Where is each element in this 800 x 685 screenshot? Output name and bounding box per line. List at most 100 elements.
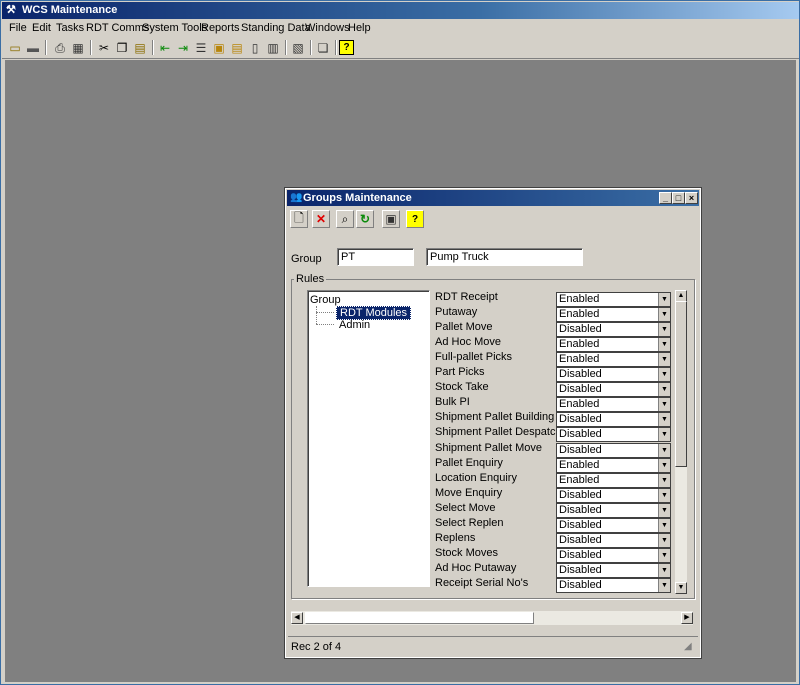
package-open-icon[interactable]: ▤ (228, 39, 246, 56)
dropdown-arrow-icon[interactable]: ▼ (658, 444, 670, 457)
rule-label: Putaway (435, 306, 478, 318)
rule-status-dropdown[interactable]: Disabled ▼ (556, 578, 671, 593)
window-icon[interactable]: ❏ (314, 39, 332, 56)
rule-status-dropdown[interactable]: Enabled ▼ (556, 397, 671, 412)
scroll-down-button[interactable]: ▼ (675, 582, 687, 594)
rule-status-dropdown[interactable]: Enabled ▼ (556, 292, 671, 307)
dropdown-arrow-icon[interactable]: ▼ (658, 323, 670, 336)
menu-edit[interactable]: Edit (32, 21, 51, 35)
scroll-right-button[interactable]: ▶ (681, 612, 693, 624)
dropdown-arrow-icon[interactable]: ▼ (658, 489, 670, 502)
scroll-thumb[interactable] (675, 301, 687, 467)
print-icon[interactable]: ⎙ (51, 39, 69, 56)
dropdown-arrow-icon[interactable]: ▼ (658, 459, 670, 472)
rules-vertical-scrollbar[interactable]: ▲ ▼ (675, 290, 687, 594)
rule-status-dropdown[interactable]: Disabled ▼ (556, 503, 671, 518)
horizontal-scrollbar[interactable]: ◀ ▶ (291, 611, 693, 625)
open-icon[interactable]: ▭ (6, 39, 24, 56)
app-title: WCS Maintenance (22, 4, 118, 16)
menu-rdt-comms[interactable]: RDT Comms (86, 21, 149, 35)
rule-status-dropdown[interactable]: Disabled ▼ (556, 533, 671, 548)
settings-icon[interactable]: ▧ (289, 39, 307, 56)
rule-status-dropdown[interactable]: Enabled ▼ (556, 473, 671, 488)
rule-status-dropdown[interactable]: Disabled ▼ (556, 427, 671, 442)
dropdown-arrow-icon[interactable]: ▼ (658, 383, 670, 396)
rule-status-dropdown[interactable]: Enabled ▼ (556, 307, 671, 322)
rule-status-dropdown[interactable]: Disabled ▼ (556, 443, 671, 458)
rule-status-dropdown[interactable]: Disabled ▼ (556, 367, 671, 382)
tree-root[interactable]: Group (310, 294, 341, 306)
package-icon[interactable]: ▣ (210, 39, 228, 56)
dropdown-arrow-icon[interactable]: ▼ (658, 293, 670, 306)
dropdown-arrow-icon[interactable]: ▼ (658, 338, 670, 351)
menu-tasks[interactable]: Tasks (56, 21, 84, 35)
dropdown-arrow-icon[interactable]: ▼ (658, 504, 670, 517)
tools-icon[interactable]: ▥ (264, 39, 282, 56)
rule-status-dropdown[interactable]: Disabled ▼ (556, 563, 671, 578)
resize-grip-icon[interactable]: ◢ (684, 641, 696, 653)
rule-status-dropdown[interactable]: Disabled ▼ (556, 518, 671, 533)
dropdown-arrow-icon[interactable]: ▼ (658, 534, 670, 547)
rule-status-dropdown[interactable]: Enabled ▼ (556, 458, 671, 473)
dropdown-arrow-icon[interactable]: ▼ (658, 308, 670, 321)
list-icon[interactable]: ☰ (192, 39, 210, 56)
tree-node-rdt-modules[interactable]: RDT Modules (336, 306, 412, 320)
dropdown-arrow-icon[interactable]: ▼ (658, 353, 670, 366)
rules-tree[interactable]: Group RDT Modules Admin (307, 290, 430, 587)
rule-status-dropdown[interactable]: Enabled ▼ (556, 352, 671, 367)
menu-reports[interactable]: Reports (201, 21, 240, 35)
delete-icon[interactable]: ✕ (312, 210, 330, 228)
rule-label: Receipt Serial No's (435, 577, 529, 589)
menu-standing-data[interactable]: Standing Data (241, 21, 311, 35)
dropdown-arrow-icon[interactable]: ▼ (658, 413, 670, 426)
move-left-icon[interactable]: ⇤ (156, 39, 174, 56)
rule-status-value: Disabled (559, 534, 602, 546)
copy-icon[interactable]: ❐ (113, 39, 131, 56)
rule-status-dropdown[interactable]: Disabled ▼ (556, 412, 671, 427)
close-button[interactable]: × (685, 192, 698, 204)
new-icon[interactable]: 🗋 (290, 210, 308, 228)
menu-system-tools[interactable]: System Tools (142, 21, 207, 35)
save-icon[interactable]: ▬ (24, 39, 42, 56)
minimize-button[interactable]: _ (659, 192, 672, 204)
dropdown-arrow-icon[interactable]: ▼ (658, 428, 670, 441)
menu-windows[interactable]: Windows (305, 21, 350, 35)
menu-file[interactable]: File (9, 21, 27, 35)
help-icon[interactable]: ? (406, 210, 424, 228)
move-right-icon[interactable]: ⇥ (174, 39, 192, 56)
dropdown-arrow-icon[interactable]: ▼ (658, 519, 670, 532)
rule-status-dropdown[interactable]: Disabled ▼ (556, 382, 671, 397)
dialog-title-bar[interactable]: 👥 Groups Maintenance _ □ × (287, 190, 699, 206)
app-window: ⚒ WCS Maintenance File Edit Tasks RDT Co… (0, 0, 800, 685)
lock-icon[interactable]: ▯ (246, 39, 264, 56)
dropdown-arrow-icon[interactable]: ▼ (658, 368, 670, 381)
rule-status-value: Enabled (559, 338, 600, 350)
rule-status-dropdown[interactable]: Disabled ▼ (556, 322, 671, 337)
dropdown-arrow-icon[interactable]: ▼ (658, 564, 670, 577)
dropdown-arrow-icon[interactable]: ▼ (658, 474, 670, 487)
scroll-left-button[interactable]: ◀ (291, 612, 303, 624)
search-icon[interactable]: ⌕ (336, 210, 354, 228)
menu-help[interactable]: Help (348, 21, 371, 35)
rule-status-dropdown[interactable]: Enabled ▼ (556, 337, 671, 352)
rule-label: Stock Moves (435, 547, 498, 559)
paste-icon[interactable]: ▤ (131, 39, 149, 56)
calculator-icon[interactable]: ▦ (69, 39, 87, 56)
h-scroll-thumb[interactable] (305, 612, 534, 624)
save-icon[interactable]: ▣ (382, 210, 400, 228)
cut-icon[interactable]: ✂ (95, 39, 113, 56)
refresh-icon[interactable]: ↻ (356, 210, 374, 228)
rule-label: Ad Hoc Move (435, 336, 502, 348)
app-title-bar[interactable]: ⚒ WCS Maintenance (2, 2, 799, 19)
tree-node-admin[interactable]: Admin (339, 319, 370, 331)
group-name-field[interactable]: Pump Truck (426, 248, 583, 266)
group-code-field[interactable]: PT (337, 248, 414, 266)
dropdown-arrow-icon[interactable]: ▼ (658, 579, 670, 592)
dropdown-arrow-icon[interactable]: ▼ (658, 398, 670, 411)
rule-status-dropdown[interactable]: Disabled ▼ (556, 548, 671, 563)
dropdown-arrow-icon[interactable]: ▼ (658, 549, 670, 562)
maximize-button[interactable]: □ (672, 192, 685, 204)
rule-status-dropdown[interactable]: Disabled ▼ (556, 488, 671, 503)
rule-status-value: Enabled (559, 459, 600, 471)
help-icon[interactable]: ? (339, 40, 354, 55)
